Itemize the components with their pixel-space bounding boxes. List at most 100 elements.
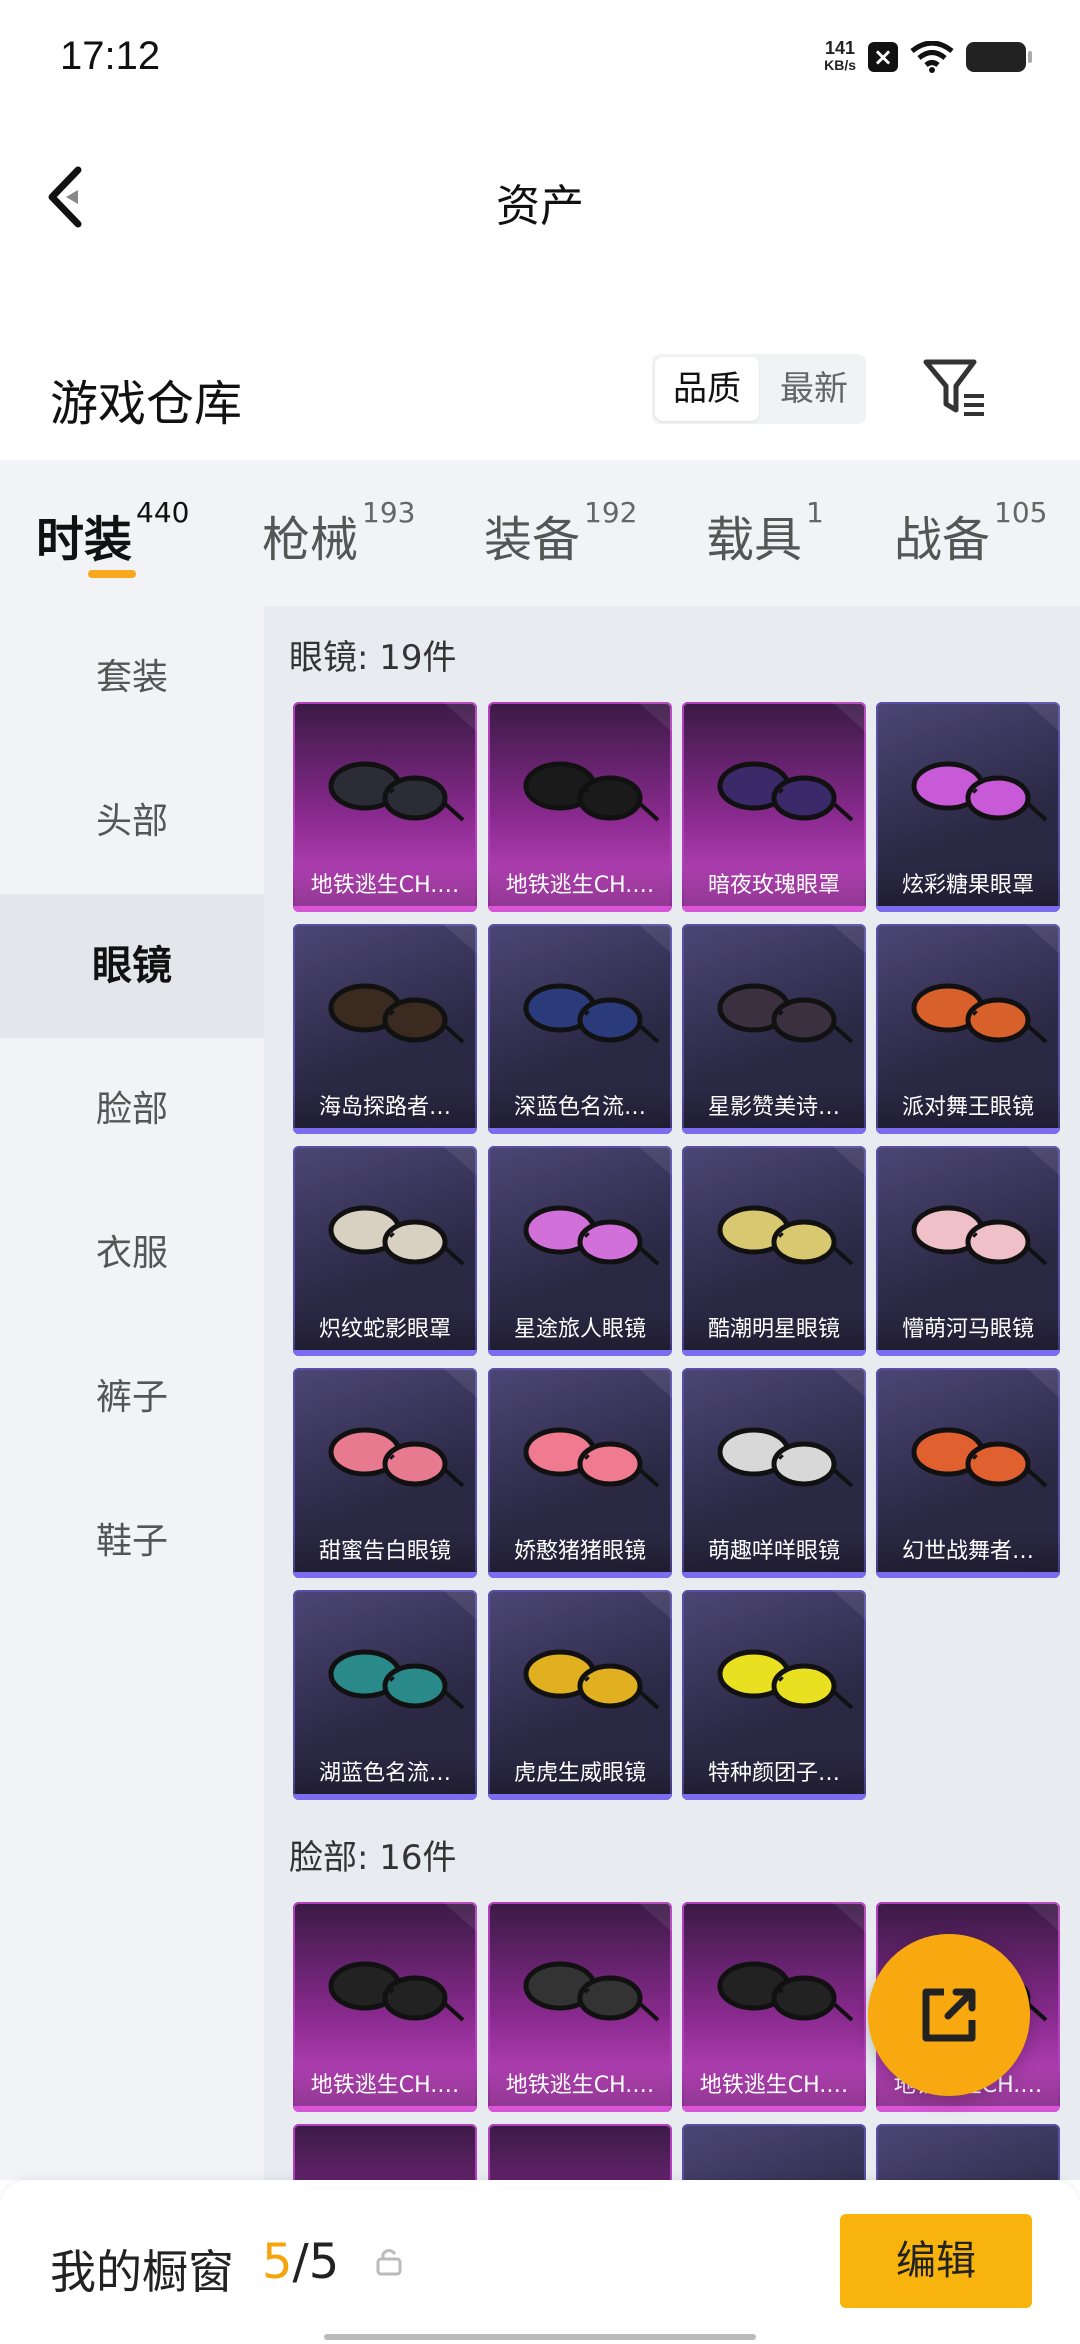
tab-equipment[interactable]: 装备 192 xyxy=(484,496,637,570)
edit-button[interactable]: 编辑 xyxy=(840,2214,1032,2308)
round-pink-icon xyxy=(523,1368,672,1488)
sidebar-item-shoes[interactable]: 鞋子 xyxy=(0,1470,264,1614)
item-card[interactable]: 星途旅人眼镜 xyxy=(488,1146,672,1356)
item-card[interactable]: 炽纹蛇影眼罩 xyxy=(293,1146,477,1356)
item-card[interactable]: 特种颜团子… xyxy=(682,1590,866,1800)
item-name: 星影赞美诗… xyxy=(682,1088,866,1128)
candy-mask-icon xyxy=(911,702,1060,822)
snake-mask-icon xyxy=(328,1146,477,1266)
sidebar-item-head[interactable]: 头部 xyxy=(0,750,264,894)
item-card[interactable]: 海岛探路者… xyxy=(293,924,477,1134)
sort-newest-button[interactable]: 最新 xyxy=(762,354,866,424)
item-card[interactable]: 娇憨猪猪眼镜 xyxy=(488,1368,672,1578)
item-card[interactable]: 星影赞美诗… xyxy=(682,924,866,1134)
ski-goggles-icon xyxy=(523,1590,672,1710)
heart-glasses-icon xyxy=(911,1146,1060,1266)
item-name: 炫彩糖果眼罩 xyxy=(876,866,1060,906)
gas-mask-icon xyxy=(523,1902,672,2022)
item-card[interactable]: 懵萌河马眼镜 xyxy=(876,1146,1060,1356)
rose-mask-icon xyxy=(717,702,866,822)
sunglasses-icon xyxy=(328,924,477,1044)
sunglasses-blue-icon xyxy=(523,924,672,1044)
battery-icon xyxy=(966,42,1032,72)
item-name: 地铁逃生CH.… xyxy=(293,2066,477,2106)
sidebar-item-pants[interactable]: 裤子 xyxy=(0,1326,264,1470)
rarity-bar xyxy=(876,1128,1060,1134)
item-name: 虎虎生威眼镜 xyxy=(488,1754,672,1794)
status-time: 17:12 xyxy=(60,34,161,78)
item-name: 地铁逃生CH.… xyxy=(488,866,672,906)
goggles-icon xyxy=(328,702,477,822)
item-card[interactable]: 地铁逃生CH.… xyxy=(293,1902,477,2112)
sidebar-item-suits[interactable]: 套装 xyxy=(0,606,264,750)
showcase-title: 我的橱窗 xyxy=(50,2245,234,2299)
rarity-bar xyxy=(293,1128,477,1134)
item-card[interactable]: 酷潮明星眼镜 xyxy=(682,1146,866,1356)
network-speed-value: 141 xyxy=(825,38,856,58)
sidebar-item-clothes[interactable]: 衣服 xyxy=(0,1182,264,1326)
item-name: 炽纹蛇影眼罩 xyxy=(293,1310,477,1350)
tab-guns[interactable]: 枪械 193 xyxy=(262,496,415,570)
veil-icon xyxy=(717,924,866,1044)
round-yellow-icon xyxy=(717,1590,866,1710)
rarity-bar xyxy=(682,1572,866,1578)
item-name: 地铁逃生CH.… xyxy=(293,866,477,906)
showcase-bar: 我的橱窗 5/5 编辑 xyxy=(0,2180,1080,2344)
network-speed-unit: KB/s xyxy=(824,57,856,73)
share-fab-button[interactable] xyxy=(868,1934,1030,2096)
item-name: 暗夜玫瑰眼罩 xyxy=(682,866,866,906)
item-name: 特种颜团子… xyxy=(682,1754,866,1794)
item-name: 幻世战舞者… xyxy=(876,1532,1060,1572)
item-card[interactable] xyxy=(488,2124,672,2180)
item-card[interactable]: 派对舞王眼镜 xyxy=(876,924,1060,1134)
item-card[interactable]: 地铁逃生CH.… xyxy=(488,1902,672,2112)
item-card[interactable]: 萌趣咩咩眼镜 xyxy=(682,1368,866,1578)
showcase-count: 5/5 xyxy=(262,2234,340,2290)
item-card[interactable]: 湖蓝色名流… xyxy=(293,1590,477,1800)
item-card[interactable] xyxy=(876,2124,1060,2180)
item-card[interactable]: 地铁逃生CH.… xyxy=(293,702,477,912)
goggles-dark-icon xyxy=(523,702,672,822)
item-name: 萌趣咩咩眼镜 xyxy=(682,1532,866,1572)
x-app-icon: × xyxy=(868,42,898,72)
tab-active-indicator xyxy=(88,570,136,578)
rarity-bar xyxy=(293,906,477,912)
item-card[interactable]: 幻世战舞者… xyxy=(876,1368,1060,1578)
rarity-bar xyxy=(682,1350,866,1356)
sunglasses-teal-icon xyxy=(328,1590,477,1710)
warehouse-header: 游戏仓库 品质 最新 xyxy=(0,340,1080,460)
item-card[interactable] xyxy=(682,2124,866,2180)
item-name: 酷潮明星眼镜 xyxy=(682,1310,866,1350)
visor-pink-icon xyxy=(523,1146,672,1266)
category-tabs: 时装 440 枪械 193 装备 192 载具 1 战备 105 xyxy=(0,460,1080,606)
item-name: 海岛探路者… xyxy=(293,1088,477,1128)
rarity-bar xyxy=(488,1572,672,1578)
item-card[interactable]: 炫彩糖果眼罩 xyxy=(876,702,1060,912)
item-card[interactable]: 深蓝色名流… xyxy=(488,924,672,1134)
rarity-bar xyxy=(876,906,1060,912)
sunglasses-orange-icon xyxy=(911,924,1060,1044)
pink-glasses-icon xyxy=(328,1368,477,1488)
item-card[interactable]: 地铁逃生CH.… xyxy=(682,1902,866,2112)
rarity-bar xyxy=(682,2106,866,2112)
face-mask-icon xyxy=(717,1902,866,2022)
item-name: 懵萌河马眼镜 xyxy=(876,1310,1060,1350)
item-card[interactable]: 甜蜜告白眼镜 xyxy=(293,1368,477,1578)
item-card[interactable]: 虎虎生威眼镜 xyxy=(488,1590,672,1800)
rarity-bar xyxy=(876,1572,1060,1578)
sort-quality-button[interactable]: 品质 xyxy=(655,357,759,421)
item-name: 地铁逃生CH.… xyxy=(488,2066,672,2106)
sidebar-item-face[interactable]: 脸部 xyxy=(0,1038,264,1182)
status-bar: 17:12 141 KB/s × xyxy=(0,0,1080,120)
rarity-bar xyxy=(876,1350,1060,1356)
section-title-face: 脸部: 16件 xyxy=(289,1838,457,1878)
rarity-bar xyxy=(682,906,866,912)
item-card[interactable] xyxy=(293,2124,477,2180)
tab-combat-gear[interactable]: 战备 105 xyxy=(894,496,1047,570)
item-card[interactable]: 地铁逃生CH.… xyxy=(488,702,672,912)
tab-vehicles[interactable]: 载具 1 xyxy=(706,496,824,570)
filter-icon[interactable] xyxy=(920,354,988,424)
tab-fashion[interactable]: 时装 440 xyxy=(36,496,189,570)
item-card[interactable]: 暗夜玫瑰眼罩 xyxy=(682,702,866,912)
sidebar-item-glasses[interactable]: 眼镜 xyxy=(0,894,264,1038)
